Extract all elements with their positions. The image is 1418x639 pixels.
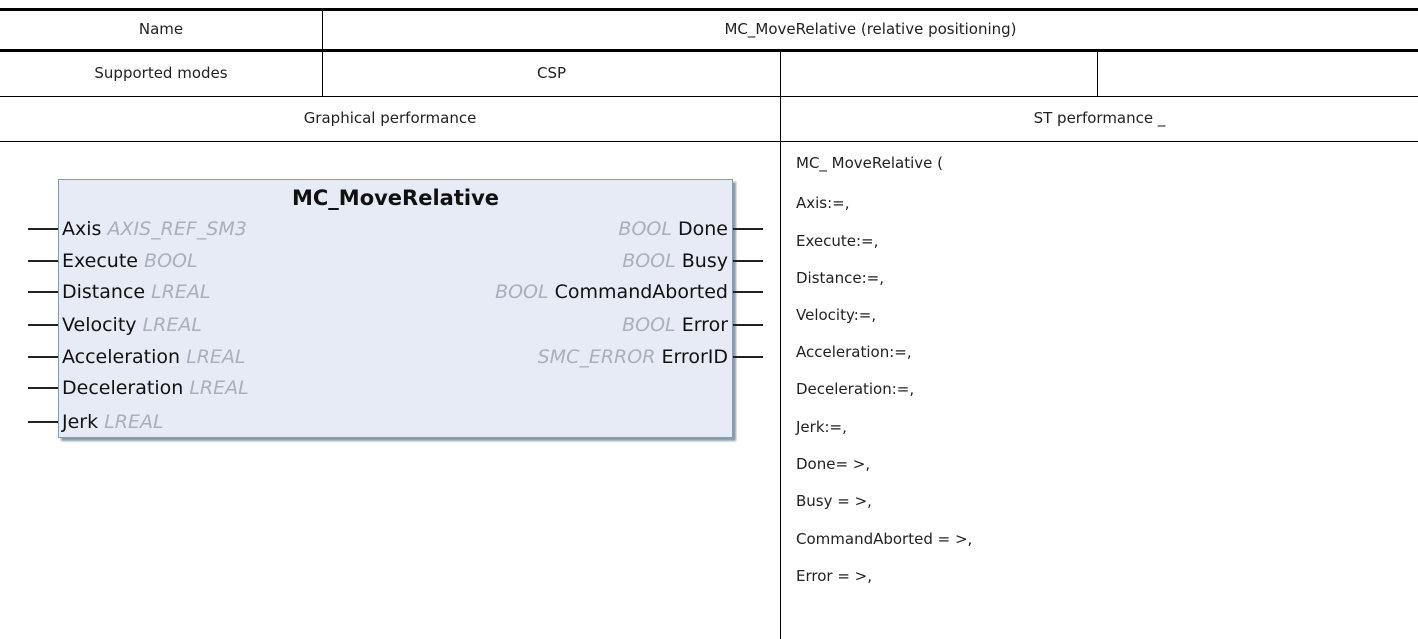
modes-extra-divider — [1097, 52, 1098, 96]
input-connector-deceleration — [28, 387, 58, 389]
st-line-velocity: Velocity:=, — [796, 306, 877, 324]
modes-bottom-border — [0, 96, 1418, 97]
output-connector-done — [733, 228, 763, 230]
function-block-title: MC_MoveRelative — [291, 186, 500, 210]
input-pin-axis: Axis AXIS_REF_SM3 — [62, 218, 247, 240]
input-pin-execute: Execute BOOL — [62, 250, 198, 272]
st-line-execute: Execute:=, — [796, 232, 879, 250]
input-pin-deceleration: Deceleration LREAL — [62, 377, 249, 399]
function-block: MC_MoveRelative Axis AXIS_REF_SM3 Execut… — [58, 179, 733, 438]
input-connector-acceleration — [28, 356, 58, 358]
input-pin-acceleration: Acceleration LREAL — [62, 346, 246, 368]
input-connector-axis — [28, 228, 58, 230]
st-line-distance: Distance:=, — [796, 269, 884, 287]
st-line-error: Error = >, — [796, 567, 873, 585]
input-connector-velocity — [28, 324, 58, 326]
st-line-acceleration: Acceleration:=, — [796, 343, 912, 361]
graphical-performance-heading: Graphical performance — [303, 109, 477, 127]
st-line-call: MC_ MoveRelative ( — [796, 154, 944, 172]
st-line-deceleration: Deceleration:=, — [796, 380, 915, 398]
output-connector-error-id — [733, 356, 763, 358]
output-pin-error-id: SMC_ERROR ErrorID — [537, 346, 728, 368]
input-connector-distance — [28, 291, 58, 293]
st-line-axis: Axis:=, — [796, 194, 850, 212]
sections-bottom-border — [0, 141, 1418, 142]
main-divider — [780, 52, 781, 639]
input-connector-execute — [28, 260, 58, 262]
header-bottom-border — [0, 49, 1418, 52]
output-pin-done: BOOL Done — [618, 218, 728, 240]
input-connector-jerk — [28, 421, 58, 423]
st-line-done: Done= >, — [796, 455, 871, 473]
table-top-border — [0, 8, 1418, 11]
output-connector-command-aborted — [733, 291, 763, 293]
input-pin-jerk: Jerk LREAL — [62, 411, 164, 433]
name-value: MC_MoveRelative (relative positioning) — [724, 20, 1017, 38]
supported-modes-label: Supported modes — [94, 64, 228, 82]
output-connector-error — [733, 324, 763, 326]
supported-modes-value: CSP — [536, 64, 567, 82]
st-line-busy: Busy = >, — [796, 492, 872, 510]
st-line-command-aborted: CommandAborted = >, — [796, 530, 973, 548]
st-line-jerk: Jerk:=, — [796, 418, 847, 436]
output-pin-busy: BOOL Busy — [622, 250, 728, 272]
output-pin-error: BOOL Error — [622, 314, 728, 336]
st-performance-heading: ST performance _ — [1033, 109, 1166, 127]
input-pin-distance: Distance LREAL — [62, 281, 211, 303]
name-label: Name — [138, 20, 184, 38]
output-connector-busy — [733, 260, 763, 262]
input-pin-velocity: Velocity LREAL — [62, 314, 202, 336]
output-pin-command-aborted: BOOL CommandAborted — [495, 281, 728, 303]
